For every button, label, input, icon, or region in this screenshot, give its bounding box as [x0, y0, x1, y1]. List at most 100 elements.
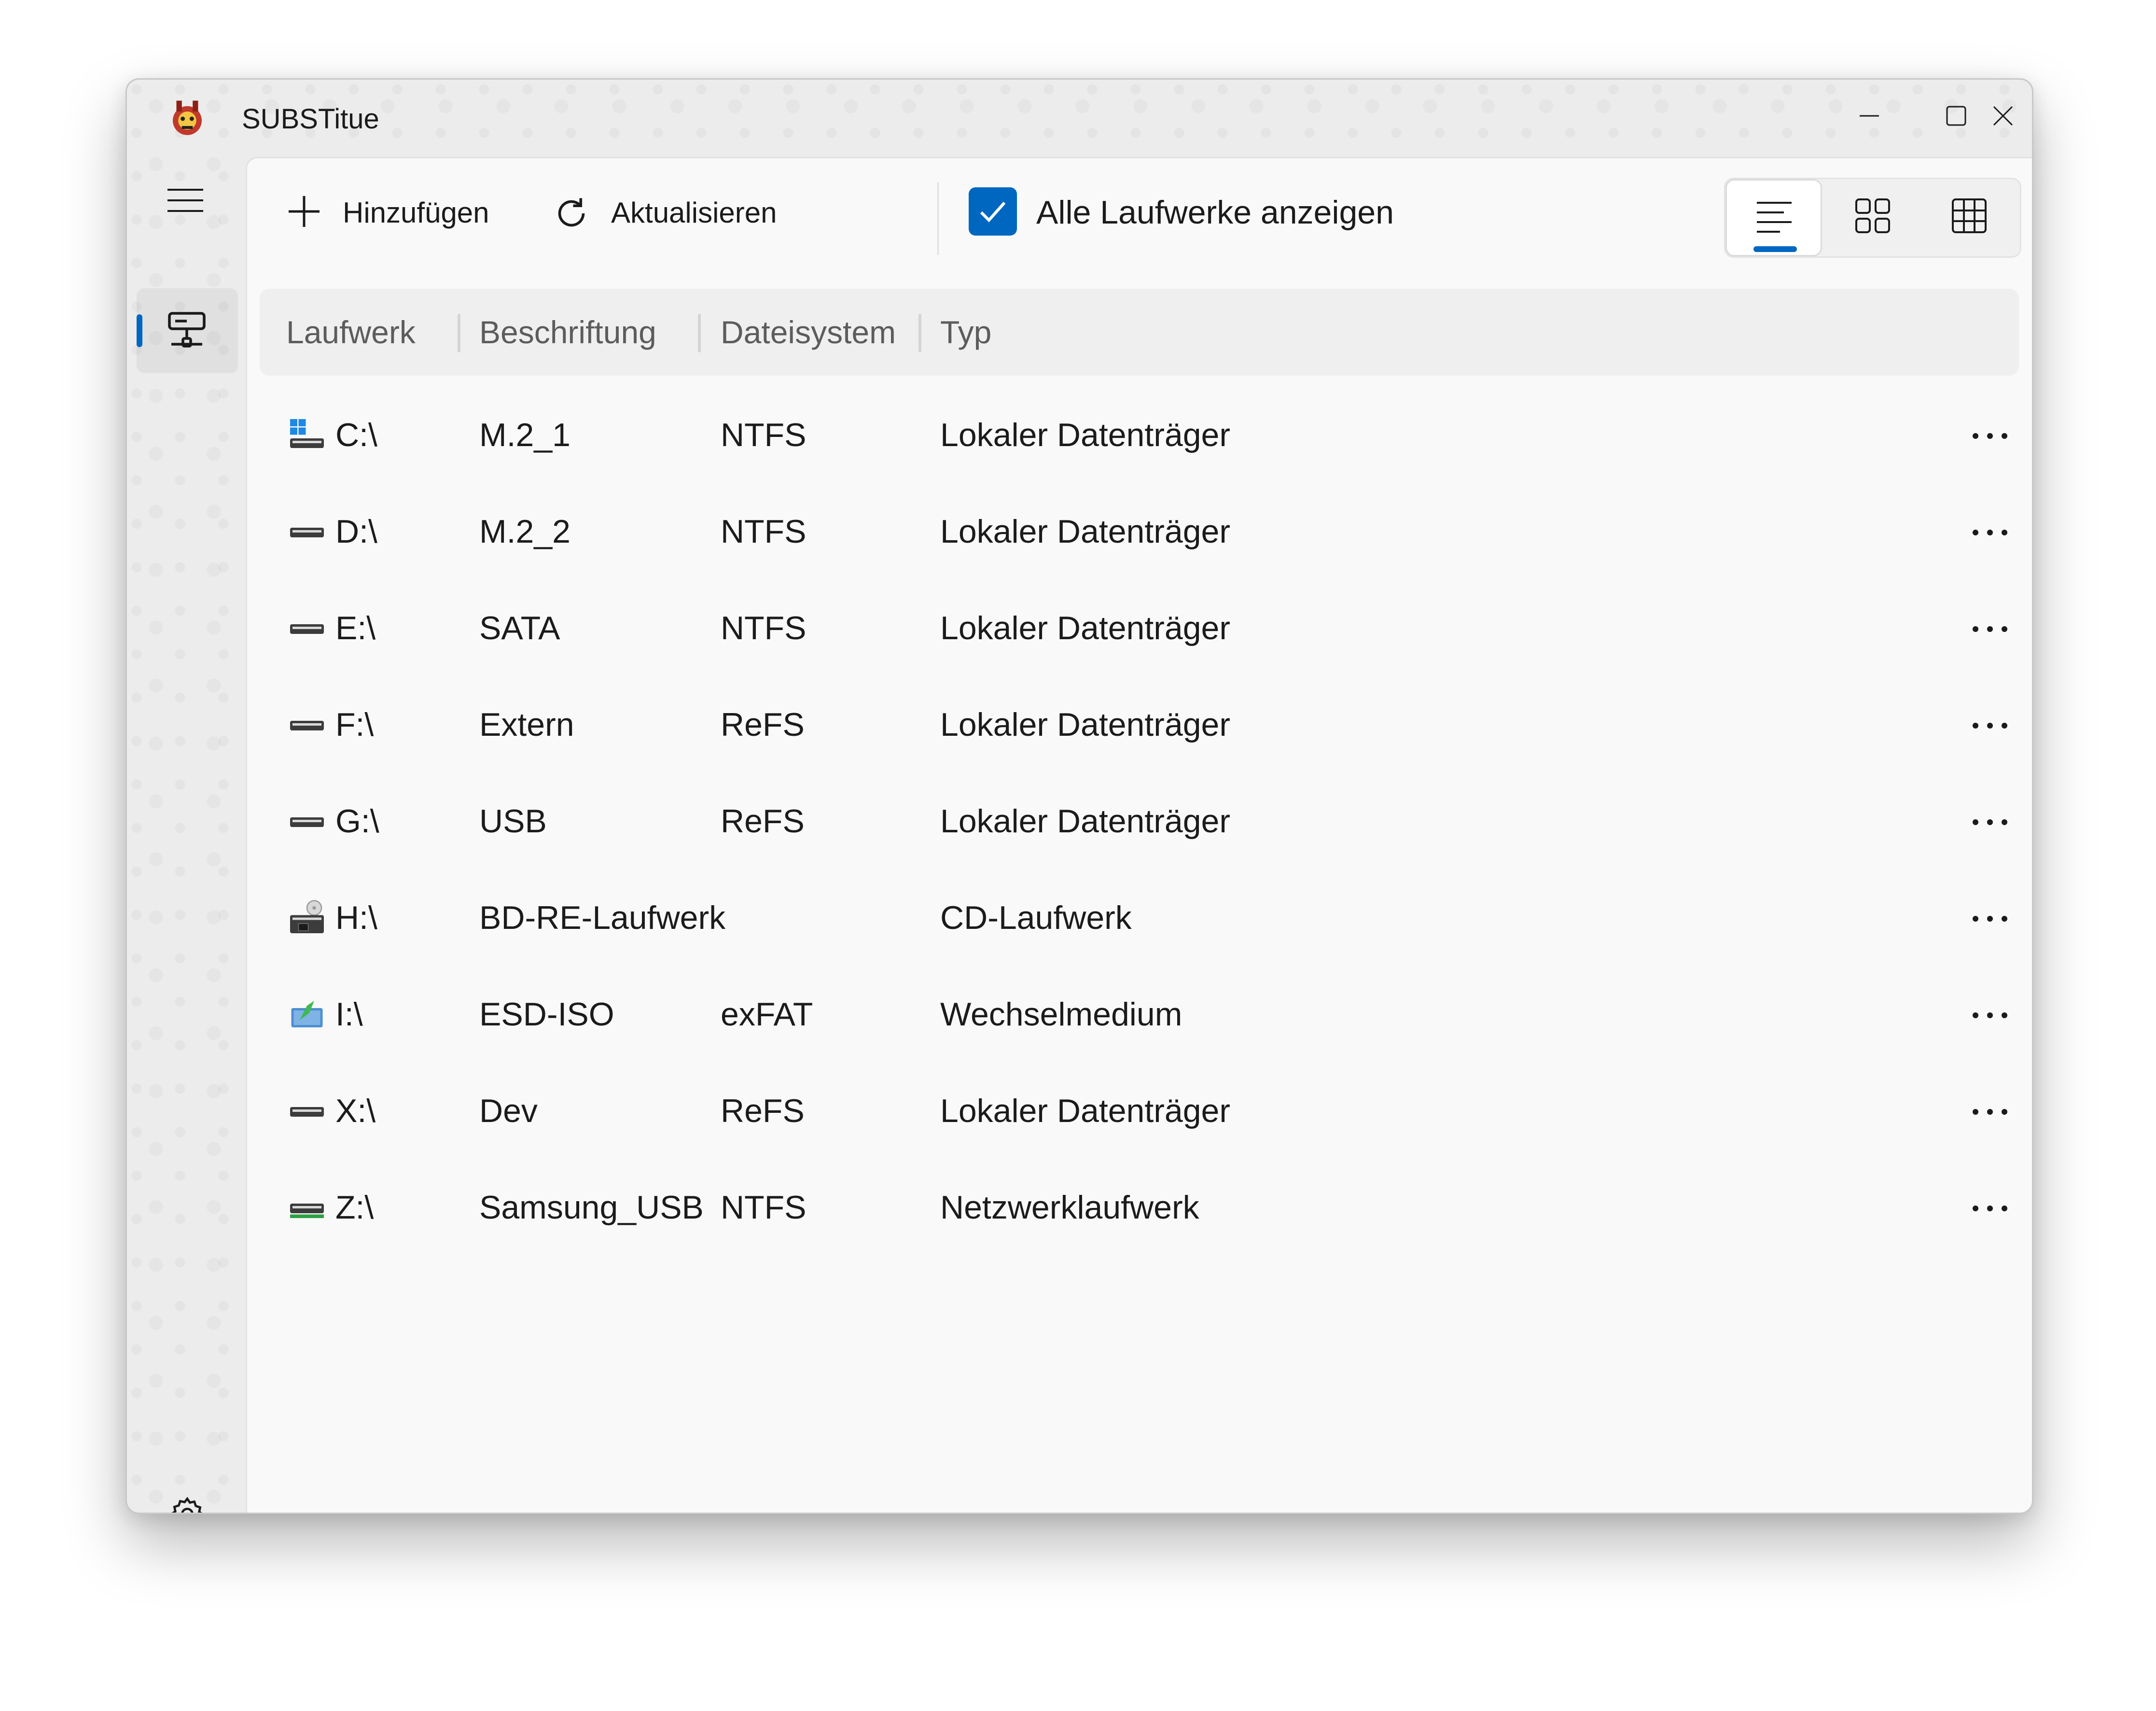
- network-drive-icon: [290, 1204, 324, 1218]
- toolbar-separator: [937, 182, 939, 255]
- more-icon: [1973, 530, 2007, 535]
- drive-label: M.2_2: [479, 513, 570, 550]
- list-view-icon: [1757, 202, 1792, 233]
- table-row[interactable]: X:\ Dev ReFS Lokaler Datenträger: [260, 1064, 2019, 1160]
- table-view-icon: [1952, 198, 1987, 233]
- minimize-icon: [1860, 115, 1879, 117]
- add-button-label: Hinzufügen: [343, 196, 489, 229]
- table-view-button[interactable]: [1921, 179, 2017, 256]
- drive-filesystem: NTFS: [721, 610, 807, 646]
- more-options-button[interactable]: [1959, 798, 2021, 846]
- drive-letter: F:\: [335, 706, 374, 743]
- table-row[interactable]: H:\ BD-RE-Laufwerk CD-Laufwerk: [260, 870, 2019, 967]
- drive-label: USB: [479, 803, 547, 840]
- view-selection-indicator: [1753, 246, 1797, 252]
- more-icon: [1973, 626, 2007, 632]
- table-row[interactable]: E:\ SATA NTFS Lokaler Datenträger: [260, 581, 2019, 677]
- more-options-button[interactable]: [1959, 701, 2021, 750]
- drive-filesystem: ReFS: [721, 1093, 805, 1129]
- drive-label: Extern: [479, 706, 574, 743]
- drive-type: Lokaler Datenträger: [940, 803, 1231, 840]
- show-all-drives-checkbox[interactable]: Alle Laufwerke anzeigen: [969, 187, 1403, 240]
- table-row[interactable]: C:\ M.2_1 NTFS Lokaler Datenträger: [260, 388, 2019, 484]
- drive-label: SATA: [479, 610, 560, 646]
- plus-icon: [289, 196, 320, 227]
- drive-letter: Z:\: [335, 1189, 374, 1226]
- optical-drive-icon: [290, 900, 324, 933]
- column-resize-handle[interactable]: [458, 314, 460, 352]
- nav-selection-indicator: [137, 314, 142, 347]
- drive-type: Wechselmedium: [940, 996, 1182, 1033]
- drive-filesystem: NTFS: [721, 1189, 807, 1226]
- drive-letter: I:\: [335, 996, 363, 1033]
- drive-type: CD-Laufwerk: [940, 899, 1132, 936]
- more-icon: [1973, 1206, 2007, 1211]
- checkmark-icon: [980, 202, 1006, 223]
- table-row[interactable]: D:\ M.2_2 NTFS Lokaler Datenträger: [260, 484, 2019, 581]
- drive-label: M.2_1: [479, 417, 570, 453]
- more-options-button[interactable]: [1959, 412, 2021, 460]
- drive-label: Dev: [479, 1093, 538, 1129]
- more-icon: [1973, 1012, 2007, 1018]
- drive-letter: E:\: [335, 610, 376, 646]
- drive-type: Lokaler Datenträger: [940, 610, 1231, 646]
- close-button-area[interactable]: [1961, 89, 2029, 142]
- drive-type: Lokaler Datenträger: [940, 417, 1231, 453]
- nav-item-drives[interactable]: [137, 288, 238, 373]
- column-header-type[interactable]: Typ: [940, 313, 991, 351]
- app-window: SUBSTitue Hinzufügen Aktualisieren Alle …: [125, 78, 2033, 1514]
- hard-drive-icon: [290, 1107, 324, 1117]
- more-options-button[interactable]: [1959, 991, 2021, 1039]
- refresh-button[interactable]: Aktualisieren: [551, 178, 793, 240]
- drive-filesystem: ReFS: [721, 706, 805, 743]
- drive-type: Netzwerklaufwerk: [940, 1189, 1199, 1226]
- column-header-drive[interactable]: Laufwerk: [286, 313, 416, 351]
- list-view-button[interactable]: [1725, 179, 1822, 256]
- tiles-view-button[interactable]: [1824, 179, 1921, 256]
- refresh-icon: [558, 198, 585, 227]
- column-header-filesystem[interactable]: Dateisystem: [721, 313, 896, 351]
- navigation-pane: [127, 157, 246, 1513]
- drive-letter: C:\: [335, 417, 377, 453]
- column-header-label[interactable]: Beschriftung: [479, 313, 656, 351]
- hard-drive-icon: [290, 721, 324, 730]
- title-bar[interactable]: SUBSTitue: [127, 80, 2032, 157]
- hard-drive-icon: [290, 817, 324, 827]
- checkbox-box[interactable]: [969, 187, 1017, 236]
- drive-label: Samsung_USB: [479, 1189, 704, 1226]
- windows-drive-icon: [290, 419, 324, 448]
- tiles-view-icon: [1855, 198, 1890, 233]
- table-row[interactable]: G:\ USB ReFS Lokaler Datenträger: [260, 774, 2019, 870]
- drive-filesystem: exFAT: [721, 996, 813, 1033]
- settings-button[interactable]: [156, 1487, 219, 1513]
- table-row[interactable]: I:\ ESD-ISO exFAT Wechselmedium: [260, 967, 2019, 1064]
- drive-type: Lokaler Datenträger: [940, 1093, 1231, 1129]
- drives-nav-icon: [168, 312, 206, 348]
- more-icon: [1973, 916, 2007, 922]
- hard-drive-icon: [290, 624, 324, 634]
- more-options-button[interactable]: [1959, 895, 2021, 943]
- table-header: Laufwerk Beschriftung Dateisystem Typ: [260, 289, 2019, 376]
- column-resize-handle[interactable]: [698, 314, 701, 352]
- more-options-button[interactable]: [1959, 1184, 2021, 1233]
- gear-icon: [171, 1497, 202, 1513]
- more-options-button[interactable]: [1959, 1088, 2021, 1136]
- menu-toggle-button[interactable]: [156, 176, 219, 224]
- drive-filesystem: ReFS: [721, 803, 805, 840]
- more-options-button[interactable]: [1959, 605, 2021, 653]
- more-icon: [1973, 1109, 2007, 1115]
- table-row[interactable]: Z:\ Samsung_USB NTFS Netzwerklaufwerk: [260, 1160, 2019, 1257]
- window-title: SUBSTitue: [242, 103, 379, 135]
- table-row[interactable]: F:\ Extern ReFS Lokaler Datenträger: [260, 677, 2019, 774]
- refresh-button-label: Aktualisieren: [611, 196, 777, 229]
- more-icon: [1973, 819, 2007, 825]
- add-button[interactable]: Hinzufügen: [286, 178, 508, 240]
- more-options-button[interactable]: [1959, 508, 2021, 557]
- drive-filesystem: NTFS: [721, 513, 807, 550]
- view-mode-switcher: [1724, 178, 2021, 258]
- removable-media-icon: [291, 1001, 323, 1027]
- column-resize-handle[interactable]: [918, 314, 921, 352]
- drive-label: ESD-ISO: [479, 996, 614, 1033]
- close-icon: [1993, 106, 2013, 126]
- minimize-button[interactable]: [1836, 89, 1903, 142]
